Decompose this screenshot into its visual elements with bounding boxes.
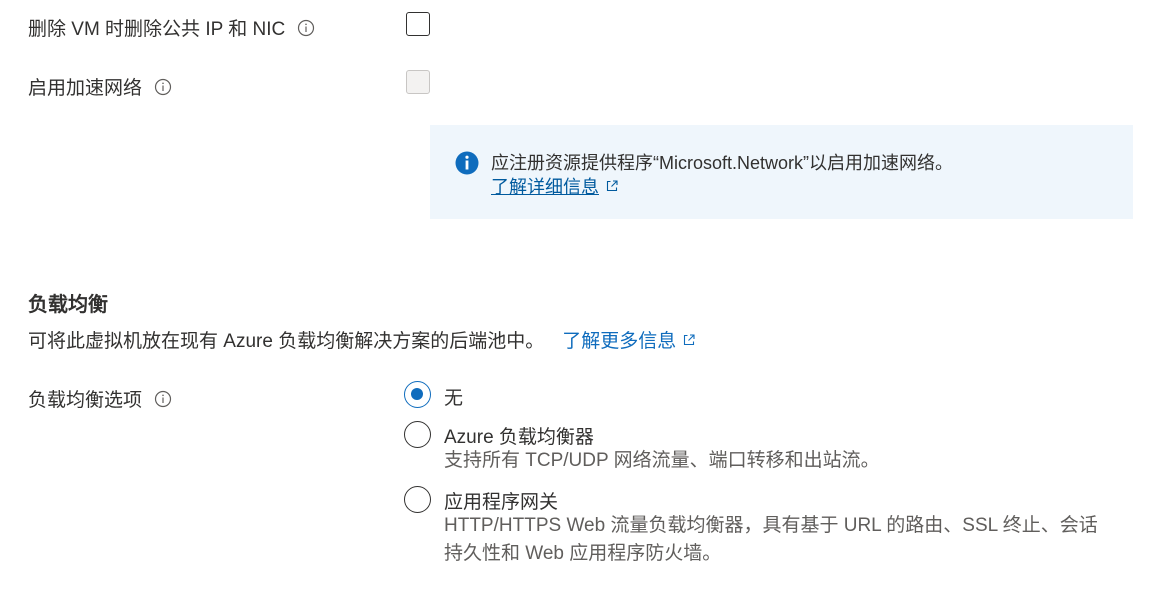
accelerated-networking-checkbox <box>406 70 430 94</box>
radio-azure-load-balancer[interactable] <box>404 421 431 448</box>
radio-none[interactable] <box>404 381 431 408</box>
learn-more-link[interactable]: 了解更多信息 <box>562 326 696 353</box>
application-gateway-description: HTTP/HTTPS Web 流量负载均衡器，具有基于 URL 的路由、SSL … <box>444 512 1144 568</box>
info-icon[interactable] <box>154 390 172 408</box>
load-balancing-title: 负载均衡 <box>28 294 108 316</box>
delete-public-ip-row: 删除 VM 时删除公共 IP 和 NIC <box>28 14 315 41</box>
radio-application-gateway-label[interactable]: 应用程序网关 <box>444 487 558 514</box>
application-gateway-description-line1: HTTP/HTTPS Web 流量负载均衡器，具有基于 URL 的路由、SSL … <box>444 515 1098 536</box>
info-icon[interactable] <box>297 19 315 37</box>
delete-public-ip-label: 删除 VM 时删除公共 IP 和 NIC <box>28 19 286 40</box>
load-balancing-options-row: 负载均衡选项 <box>28 385 172 412</box>
radio-none-label[interactable]: 无 <box>444 383 463 410</box>
accelerated-networking-label: 启用加速网络 <box>28 78 143 99</box>
radio-application-gateway[interactable] <box>404 486 431 513</box>
learn-details-link-label[interactable]: 了解详细信息 <box>491 173 599 199</box>
info-banner: 应注册资源提供程序“Microsoft.Network”以启用加速网络。 了解详… <box>430 125 1133 219</box>
radio-azure-load-balancer-label[interactable]: Azure 负载均衡器 <box>444 422 594 449</box>
load-balancing-description-text: 可将此虚拟机放在现有 Azure 负载均衡解决方案的后端池中。 <box>28 331 545 352</box>
learn-details-link[interactable]: 了解详细信息 <box>491 173 619 199</box>
radio-selected-dot <box>411 388 423 400</box>
load-balancing-description: 可将此虚拟机放在现有 Azure 负载均衡解决方案的后端池中。 了解更多信息 <box>28 326 696 353</box>
delete-public-ip-checkbox[interactable] <box>406 12 430 36</box>
info-icon[interactable] <box>154 78 172 96</box>
accelerated-networking-row: 启用加速网络 <box>28 73 172 100</box>
learn-more-link-label[interactable]: 了解更多信息 <box>562 326 676 353</box>
info-filled-icon <box>455 151 479 175</box>
external-link-icon <box>606 180 618 192</box>
application-gateway-description-line2: 持久性和 Web 应用程序防火墙。 <box>444 543 722 564</box>
azure-load-balancer-description: 支持所有 TCP/UDP 网络流量、端口转移和出站流。 <box>444 450 880 471</box>
info-banner-message: 应注册资源提供程序“Microsoft.Network”以启用加速网络。 <box>491 153 954 173</box>
load-balancing-options-label: 负载均衡选项 <box>28 390 143 411</box>
external-link-icon <box>684 333 695 345</box>
